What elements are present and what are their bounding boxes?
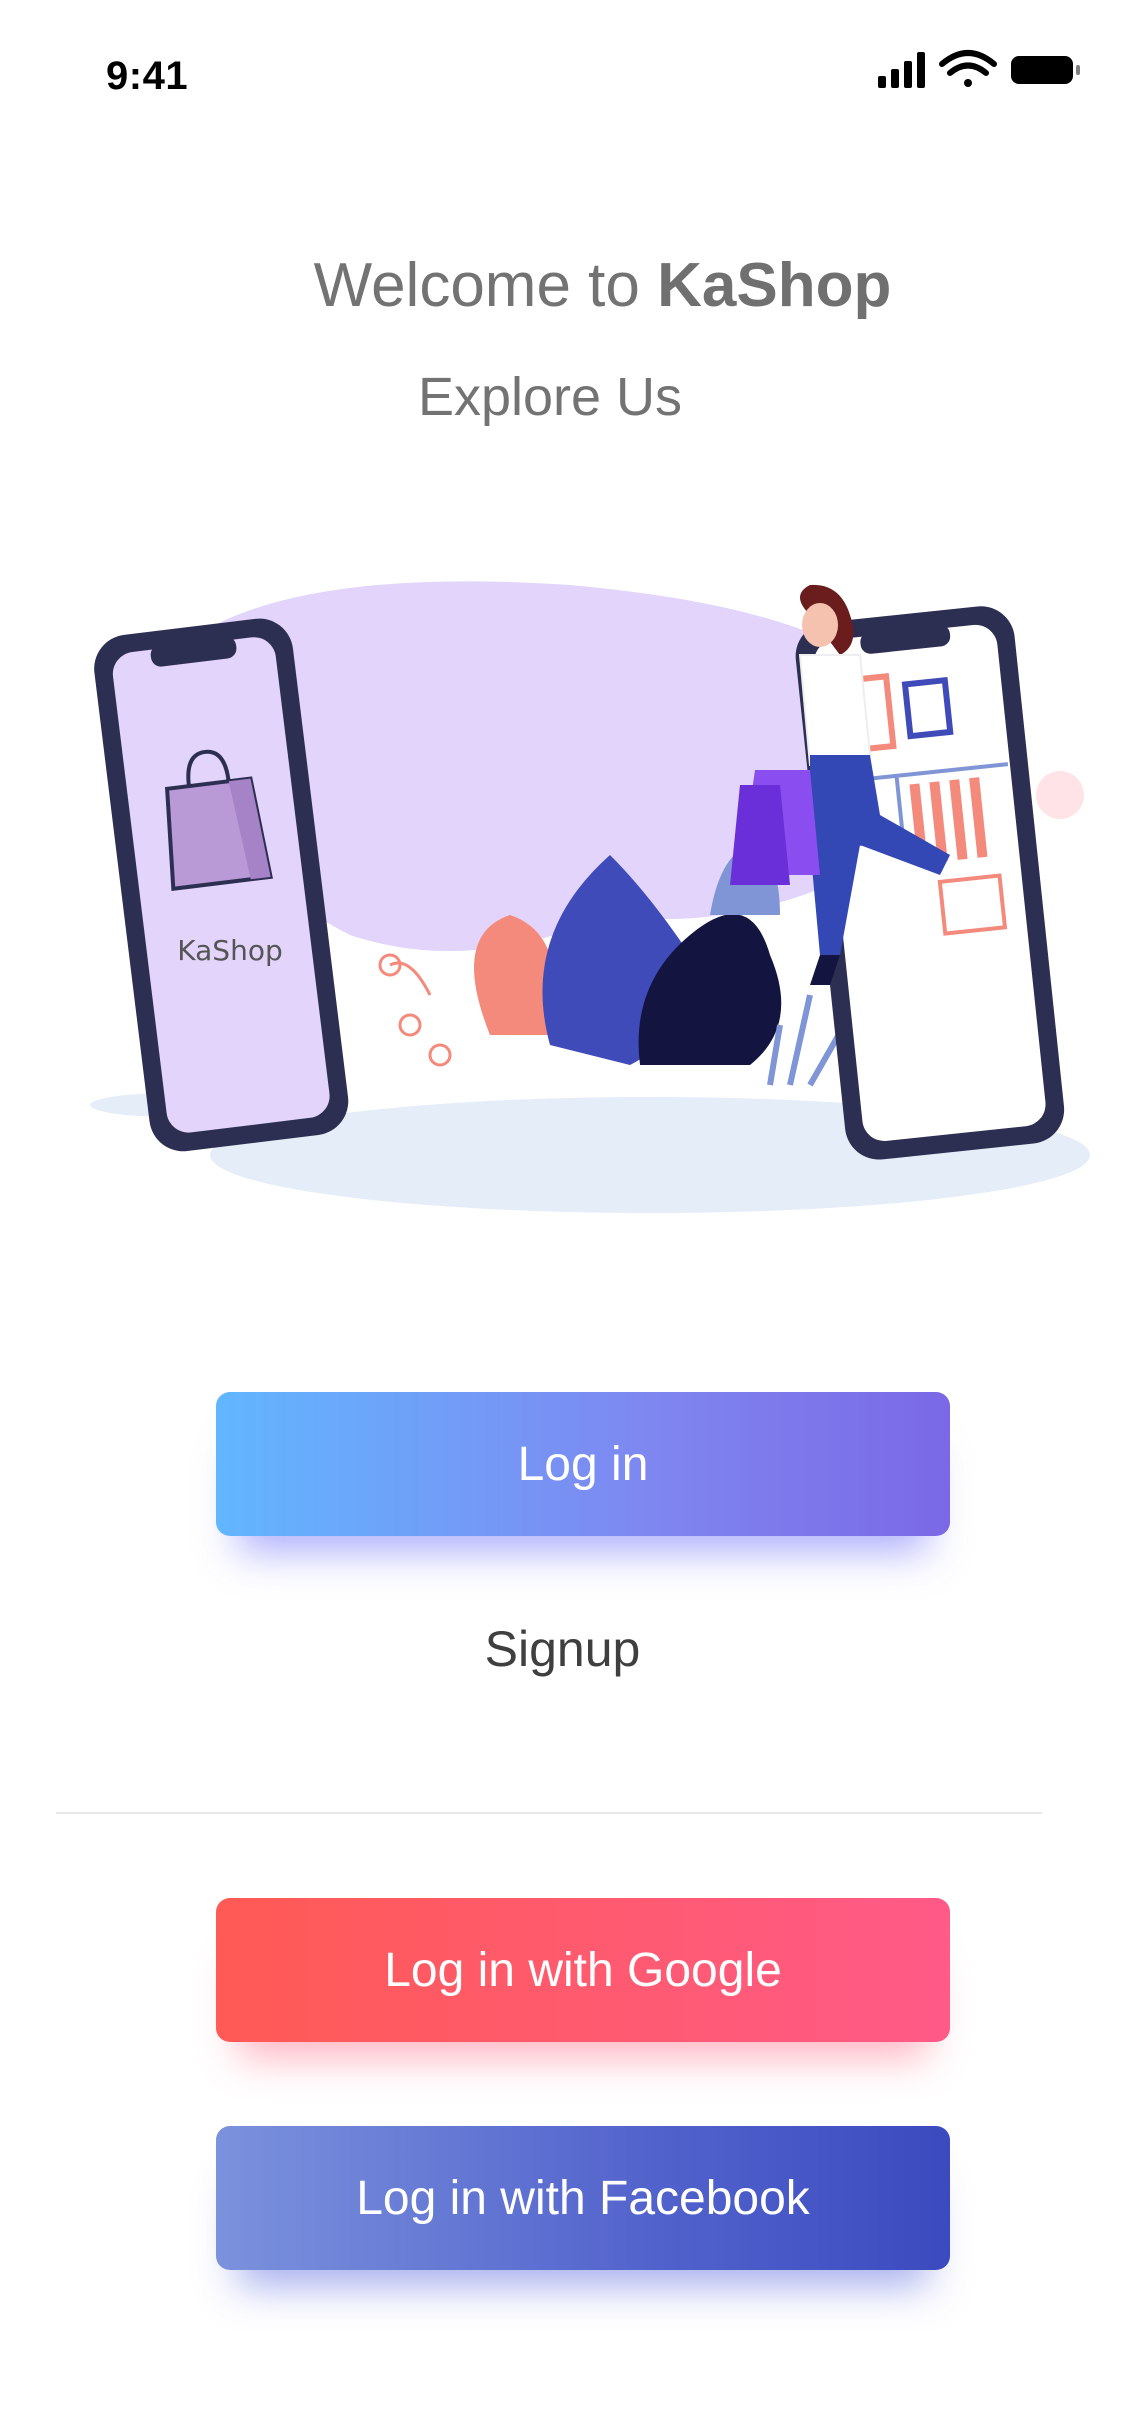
battery-icon [1011, 56, 1080, 84]
wifi-icon [939, 50, 997, 87]
cellular-signal-icon [878, 52, 925, 88]
phone-brand-label: KaShop [177, 934, 282, 967]
login-button[interactable]: Log in [216, 1392, 950, 1536]
signup-link[interactable]: Signup [0, 1620, 1125, 1678]
google-login-button[interactable]: Log in with Google [216, 1898, 950, 2042]
divider [56, 1812, 1042, 1814]
status-time: 9:41 [106, 54, 189, 98]
shopping-illustration: KaShop [90, 581, 1090, 1213]
brand-name: KaShop [657, 251, 892, 320]
facebook-login-button[interactable]: Log in with Facebook [216, 2126, 950, 2270]
welcome-prefix: Welcome to [313, 251, 658, 320]
welcome-heading: Welcome to KaShop [0, 250, 1125, 321]
subtitle: Explore Us [417, 367, 683, 427]
status-bar: 9:41 [0, 0, 1125, 140]
status-icons [878, 50, 1080, 88]
